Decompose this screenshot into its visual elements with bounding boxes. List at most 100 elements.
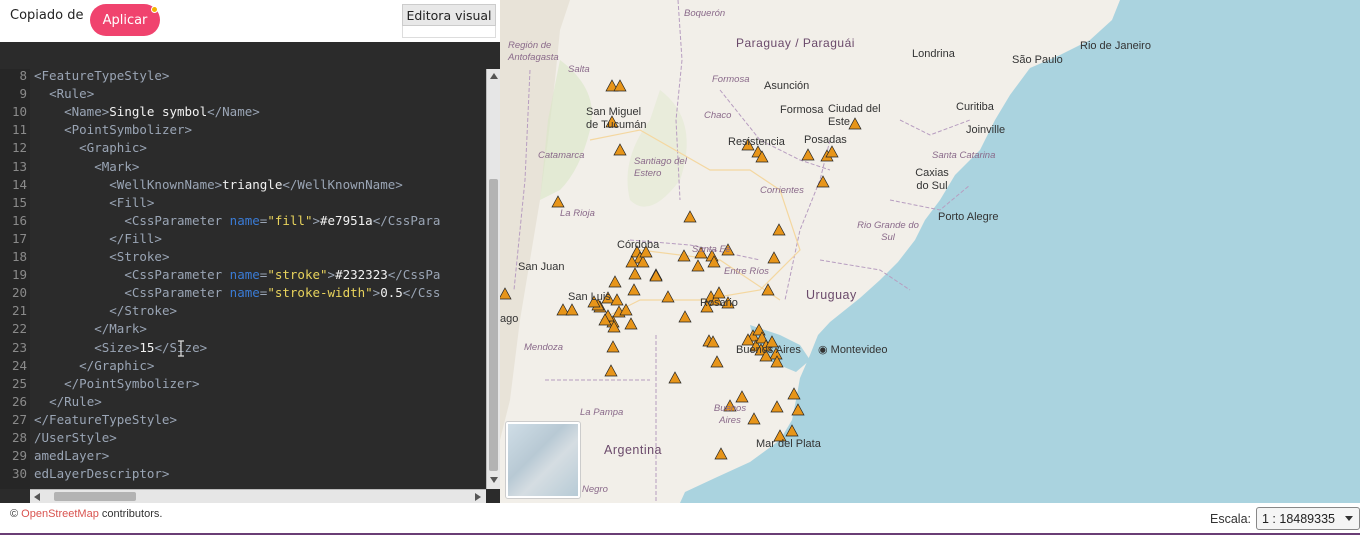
code-content: /UserStyle> [34, 429, 117, 447]
scale-select[interactable]: 1 : 18489335 [1256, 507, 1360, 530]
code-token: </Css [402, 285, 441, 301]
code-content: </Fill> [34, 230, 162, 248]
vertical-scroll-thumb[interactable] [489, 179, 498, 471]
style-editor-panel: Copiado de Aplicar Editora visual 8 <Feat… [0, 0, 500, 503]
code-line[interactable]: 8 <FeatureTypeStyle> [0, 69, 486, 85]
horizontal-scrollbar[interactable] [30, 489, 486, 503]
code-token: <Stroke> [109, 249, 170, 264]
map-label-montevideo: ◉ Montevideo [818, 344, 888, 356]
code-token: "fill" [267, 212, 313, 228]
horizontal-scroll-thumb[interactable] [54, 492, 136, 501]
code-line[interactable]: 18 <Stroke> [0, 248, 486, 266]
scroll-up-icon[interactable] [490, 73, 498, 79]
map-label-corrientes: Corrientes [760, 185, 804, 196]
code-line[interactable]: 27 </FeatureTypeStyle> [0, 411, 486, 429]
code-line[interactable]: 28/UserStyle> [0, 429, 486, 447]
vertical-scrollbar[interactable] [486, 69, 500, 489]
code-content: <PointSymbolizer> [34, 121, 192, 139]
code-line[interactable]: 13 <Mark> [0, 158, 486, 176]
visual-editor-tab[interactable]: Editora visual [402, 4, 496, 26]
scroll-right-icon[interactable] [475, 493, 481, 501]
code-token: amedLayer> [34, 448, 110, 464]
code-line[interactable]: 19 <CssParameter name="stroke">#232323</… [0, 266, 486, 284]
code-line[interactable]: 25 </PointSymbolizer> [0, 375, 486, 393]
map-label-buenos-aires: Buenos Aires [736, 344, 801, 356]
code-content: </FeatureTypeStyle> [34, 411, 177, 429]
code-content: <FeatureTypeStyle> [34, 69, 169, 85]
scroll-left-icon[interactable] [34, 493, 40, 501]
code-line[interactable]: 17 </Fill> [0, 230, 486, 248]
code-line[interactable]: 11 <PointSymbolizer> [0, 121, 486, 139]
line-number: 27 [11, 411, 27, 427]
overview-minimap[interactable] [505, 421, 581, 499]
code-content: <Rule> [34, 85, 94, 103]
line-number: 15 [11, 194, 27, 210]
line-number: 11 [11, 122, 27, 138]
map-label-paraguay: Paraguay / Paraguái [736, 36, 855, 50]
code-token: <CssParameter [124, 212, 230, 228]
copied-from-label: Copiado de [10, 8, 84, 23]
line-number: 23 [11, 339, 27, 355]
map-label-rio-de-janeiro: Rio de Janeiro [1080, 40, 1151, 52]
code-token: <Size> [94, 339, 140, 355]
code-content: <Name>Single symbol</Name> [34, 103, 260, 121]
line-number: 19 [11, 267, 27, 283]
map-view[interactable]: Boquerón Paraguay / Paraguái Londrina Sã… [500, 0, 1360, 503]
code-content: <CssParameter name="stroke-width">0.5</C… [34, 284, 440, 302]
map-label-la-rioja: La Rioja [560, 208, 595, 219]
code-line[interactable]: 22 </Mark> [0, 320, 486, 338]
map-label-formosa-region: Formosa [712, 74, 750, 85]
code-content: amedLayer> [34, 447, 109, 465]
code-line[interactable]: 20 <CssParameter name="stroke-width">0.5… [0, 284, 486, 302]
code-content: </Graphic> [34, 357, 154, 375]
code-line[interactable]: 29 amedLayer> [0, 447, 486, 465]
code-line[interactable]: 15 <Fill> [0, 194, 486, 212]
line-number: 17 [11, 230, 27, 246]
map-label-curitiba: Curitiba [956, 101, 994, 113]
code-token: > [312, 212, 320, 228]
line-number: 22 [11, 321, 27, 337]
code-line[interactable]: 14 <WellKnownName>triangle</WellKnownNam… [0, 176, 486, 194]
code-editor[interactable]: 8 <FeatureTypeStyle> 9 <Rule> 10 <Name>Sing… [0, 69, 500, 503]
map-label-salta: Salta [568, 64, 590, 75]
map-attribution: © OpenStreetMap contributors. [10, 508, 162, 520]
code-line[interactable]: 30 edLayerDescriptor> [0, 465, 486, 483]
line-number: 20 [11, 285, 27, 301]
code-token: 0.5 [380, 285, 403, 301]
text-cursor-icon [177, 340, 185, 357]
code-token: <WellKnownName> [109, 176, 223, 192]
osm-link[interactable]: OpenStreetMap [21, 508, 99, 520]
code-line[interactable]: 10 <Name>Single symbol</Name> [0, 103, 486, 121]
code-token: </FeatureTypeStyle> [34, 411, 177, 427]
scroll-down-icon[interactable] [490, 477, 498, 483]
map-label-rio-negro: Negro [582, 484, 608, 495]
code-line[interactable]: 9 <Rule> [0, 85, 486, 103]
code-content: edLayerDescriptor> [34, 465, 169, 483]
map-label-uruguay: Uruguay [806, 288, 857, 302]
code-line[interactable]: 21 </Stroke> [0, 302, 486, 320]
code-token: name [229, 267, 260, 283]
code-token: <Fill> [109, 194, 155, 210]
code-line[interactable]: 16 <CssParameter name="fill">#e7951a</Cs… [0, 212, 486, 230]
line-number: 21 [11, 303, 27, 319]
code-line[interactable]: 12 <Graphic> [0, 139, 486, 157]
code-line[interactable]: 26 </Rule> [0, 393, 486, 411]
code-token: name [229, 285, 260, 301]
apply-button[interactable]: Aplicar [90, 4, 160, 36]
code-token: </PointSymbolizer> [64, 375, 200, 391]
map-label-santiago-partial: ago [500, 313, 519, 325]
code-token: Single symbol [109, 104, 208, 120]
code-line[interactable]: 24 </Graphic> [0, 357, 486, 375]
code-token: </Mark> [94, 321, 147, 337]
line-number: 10 [11, 104, 27, 120]
apply-button-label: Aplicar [102, 12, 148, 28]
code-token: edLayerDescriptor> [34, 466, 170, 482]
map-label-chaco: Chaco [704, 110, 732, 121]
map-label-santa-catarina: Santa Catarina [932, 150, 996, 161]
code-line[interactable]: 23 <Size>15</Size> [0, 339, 486, 357]
code-content: <Fill> [34, 194, 154, 212]
map-label-cordoba: Córdoba [617, 239, 660, 251]
